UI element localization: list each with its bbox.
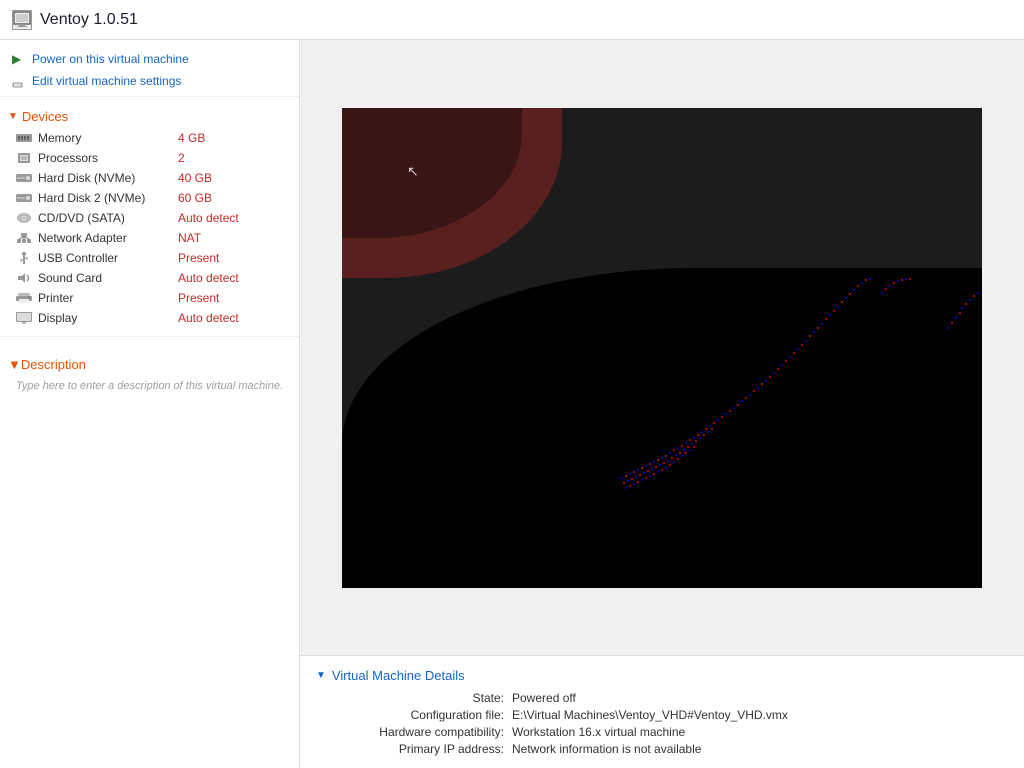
description-header[interactable]: ▼ Description: [8, 353, 291, 376]
devices-chevron: ▼: [8, 111, 18, 122]
description-chevron: ▼: [8, 357, 21, 372]
hdd2-icon: [16, 192, 32, 204]
cd-icon: [16, 212, 32, 224]
details-grid: State: Powered off Configuration file: E…: [316, 691, 1008, 756]
device-row-sound[interactable]: Sound Card Auto detect: [0, 268, 299, 288]
device-row-display[interactable]: Display Auto detect: [0, 308, 299, 328]
app-icon: [12, 10, 32, 30]
sound-icon: [16, 272, 32, 284]
edit-settings-button[interactable]: Edit virtual machine settings: [0, 70, 299, 92]
vm-preview-area: ↖: [300, 40, 1024, 655]
memory-icon: [16, 132, 32, 144]
description-section: ▼ Description Type here to enter a descr…: [0, 345, 299, 404]
usb-icon: [16, 252, 32, 264]
device-row-hdd2[interactable]: Hard Disk 2 (NVMe) 60 GB: [0, 188, 299, 208]
device-row-usb[interactable]: USB Controller Present: [0, 248, 299, 268]
devices-section-header[interactable]: ▼ Devices: [0, 101, 299, 128]
device-row-cdvd[interactable]: CD/DVD (SATA) Auto detect: [0, 208, 299, 228]
device-row-processors[interactable]: Processors 2: [0, 148, 299, 168]
cursor-indicator: ↖: [407, 163, 419, 180]
details-chevron: ▼: [316, 670, 326, 681]
left-panel: ▶ Power on this virtual machine Edit vir…: [0, 40, 300, 768]
description-placeholder: Type here to enter a description of this…: [8, 376, 291, 396]
device-row-printer[interactable]: Printer Present: [0, 288, 299, 308]
device-row-network[interactable]: Network Adapter NAT: [0, 228, 299, 248]
vm-details-section: ▼ Virtual Machine Details State: Powered…: [300, 655, 1024, 768]
network-icon: [16, 232, 32, 244]
right-panel: ↖ ▼ Virtual Machine Details State: Power…: [300, 40, 1024, 768]
cpu-icon: [16, 152, 32, 164]
title-bar: Ventoy 1.0.51: [0, 0, 1024, 40]
device-row-memory[interactable]: Memory 4 GB: [0, 128, 299, 148]
vm-screen[interactable]: ↖: [342, 108, 982, 588]
page-title: Ventoy 1.0.51: [40, 11, 138, 29]
device-row-hdd1[interactable]: Hard Disk (NVMe) 40 GB: [0, 168, 299, 188]
display-icon: [16, 312, 32, 324]
power-on-button[interactable]: ▶ Power on this virtual machine: [0, 48, 299, 70]
printer-icon: [16, 292, 32, 304]
vm-details-header[interactable]: ▼ Virtual Machine Details: [316, 668, 1008, 683]
edit-icon: [12, 74, 26, 88]
hdd-icon: [16, 172, 32, 184]
power-icon: ▶: [12, 52, 26, 66]
